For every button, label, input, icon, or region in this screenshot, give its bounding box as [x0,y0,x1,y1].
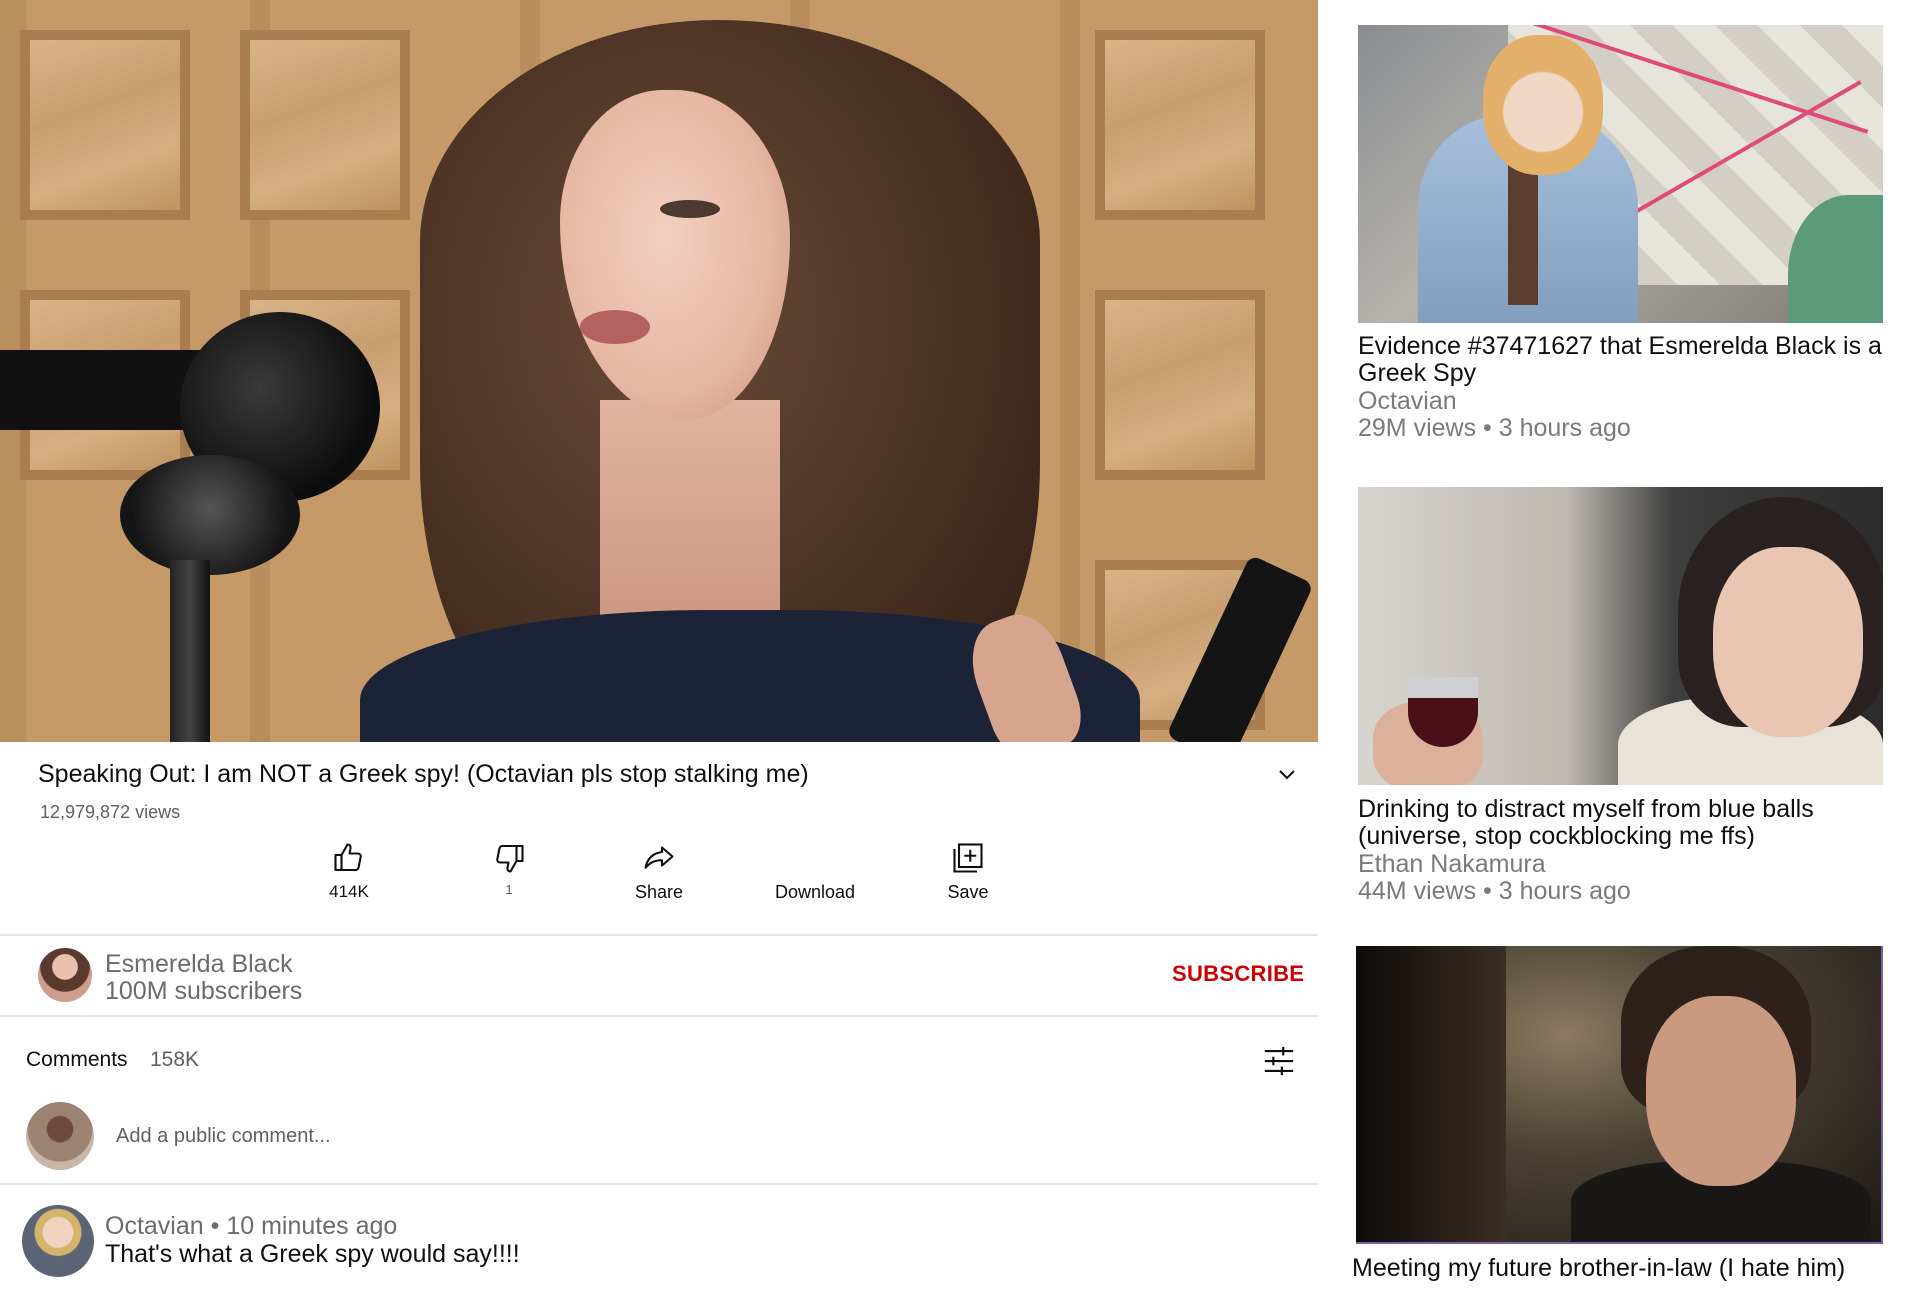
video-actions: 414K 1 Share Download Save [0,840,1318,920]
channel-name[interactable]: Esmerelda Black [105,950,293,979]
download-label: Download [774,882,856,902]
share-label: Share [634,882,684,902]
wine-glass [1408,677,1478,747]
thumbs-up-icon [334,843,362,872]
rec-thumbnail[interactable] [1356,946,1883,1244]
rec-thumbnail[interactable] [1358,487,1883,785]
microphone-clamp [120,455,300,575]
add-comment-input[interactable]: Add a public comment... [116,1125,331,1148]
rec-channel[interactable]: Ethan Nakamura [1358,850,1546,879]
face [1646,996,1796,1186]
share-arrow-icon [644,846,674,869]
chevron-down-icon[interactable] [1276,764,1298,786]
channel-avatar[interactable] [38,948,92,1002]
shadow-figure [1356,946,1506,1242]
comment-author[interactable]: Octavian [105,1212,204,1240]
like-count: 414K [329,882,369,901]
comments-count: 158K [150,1048,200,1071]
microphone-stand [170,560,210,742]
speaker-eye [660,200,720,218]
save-button[interactable]: Save [903,840,1033,903]
rec-thumbnail[interactable] [1358,25,1883,323]
save-label: Save [947,882,989,902]
subscriber-count: 100M subscribers [105,977,303,1005]
divider [0,1015,1318,1017]
view-count: 12,979,872 views [40,802,181,822]
wall-panel [1095,30,1265,220]
rec-views: 44M views [1358,877,1477,905]
rec-time: 3 hours ago [1498,414,1631,442]
comments-heading[interactable]: Comments [26,1048,128,1072]
watch-page: Speaking Out: I am NOT a Greek spy! (Oct… [0,0,1920,1302]
rec-title[interactable]: Meeting my future brother-in-law (I hate… [1352,1255,1892,1282]
add-to-playlist-icon [953,843,983,873]
thumbs-down-icon [496,844,524,873]
user-avatar [26,1102,94,1170]
rec-time: 3 hours ago [1498,877,1631,905]
rec-channel[interactable]: Octavian [1358,387,1457,416]
subscribe-button[interactable]: SUBSCRIBE [1172,961,1304,987]
face [1713,547,1863,737]
rec-meta: 29M views • 3 hours ago [1358,414,1631,443]
comment-time: 10 minutes ago [226,1212,398,1240]
wall-panel [20,30,190,220]
dislike-button[interactable]: 1 [444,840,574,897]
video-player[interactable] [0,0,1318,742]
rec-title[interactable]: Drinking to distract myself from blue ba… [1358,796,1898,850]
crowned-head [1483,35,1603,175]
dislike-count: 1 [505,882,513,897]
rec-separator: • [1483,414,1499,442]
rec-meta: 44M views • 3 hours ago [1358,877,1631,906]
wall-panel [1095,290,1265,480]
rec-title[interactable]: Evidence #37471627 that Esmerelda Black … [1358,333,1898,387]
comment-text: That's what a Greek spy would say!!!! [105,1240,520,1268]
video-title[interactable]: Speaking Out: I am NOT a Greek spy! (Oct… [38,760,1238,789]
rec-separator: • [1483,877,1499,905]
download-icon [797,840,833,876]
comment-separator: • [210,1212,227,1240]
like-button[interactable]: 414K [284,840,414,902]
share-button[interactable]: Share [594,840,724,903]
divider [0,1183,1318,1185]
rec-views: 29M views [1358,414,1477,442]
download-button[interactable]: Download [750,840,880,903]
speaker-lips [580,310,650,344]
divider [0,934,1318,936]
comment-header: Octavian • 10 minutes ago [105,1212,397,1241]
sort-sliders-icon[interactable] [1262,1044,1296,1078]
commenter-avatar[interactable] [22,1205,94,1277]
wall-panel [240,30,410,220]
